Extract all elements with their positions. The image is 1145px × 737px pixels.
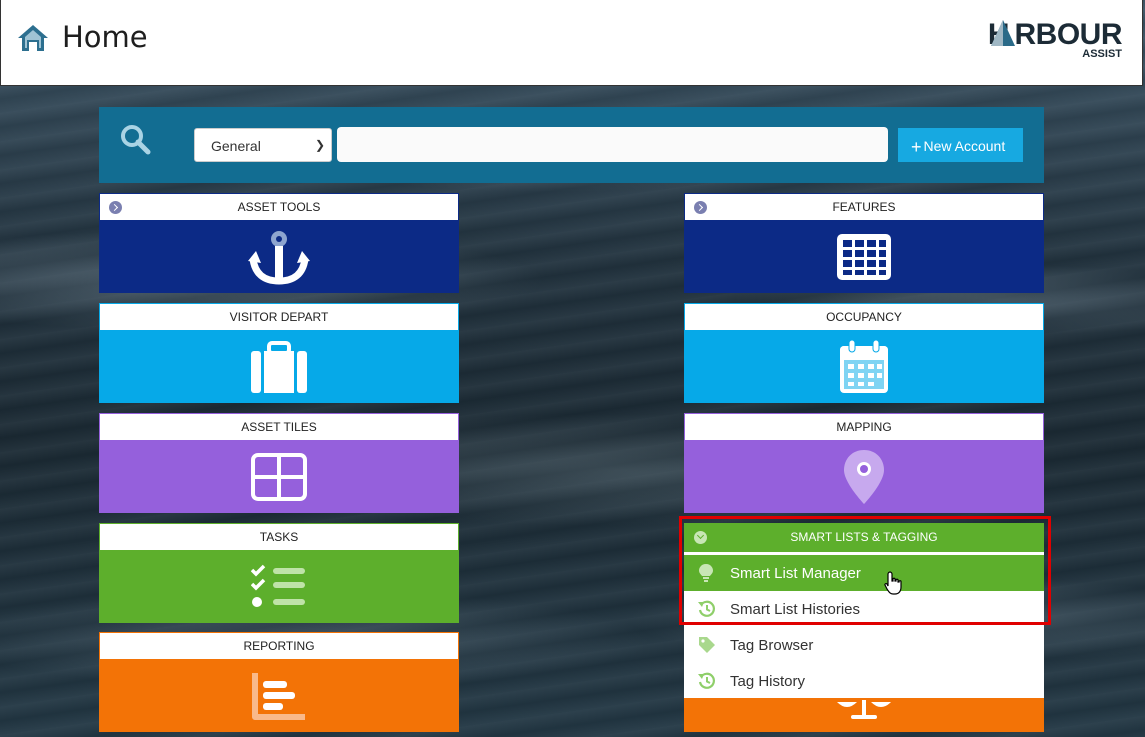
tile-reporting[interactable]: REPORTING (99, 632, 459, 732)
tile-features[interactable]: FEATURES (684, 193, 1044, 293)
plus-icon: + (911, 137, 922, 157)
tile-asset-tiles[interactable]: ASSET TILES (99, 413, 459, 513)
tile-label: OCCUPANCY (826, 310, 902, 324)
new-account-label: New Account (923, 138, 1006, 154)
tile-mapping[interactable]: MAPPING (684, 413, 1044, 513)
tile-label: FEATURES (832, 200, 896, 214)
suitcase-icon (251, 341, 307, 393)
expand-icon[interactable] (109, 201, 122, 214)
tile-label: ASSET TOOLS (237, 200, 321, 214)
tag-icon (699, 637, 715, 653)
search-icon[interactable] (120, 124, 152, 156)
expand-icon[interactable] (694, 201, 707, 214)
search-category-value: General (211, 138, 261, 154)
table-grid-icon (837, 234, 891, 280)
menu-item-label: Tag History (730, 673, 806, 690)
menu-item-tag-browser[interactable]: Tag Browser (684, 627, 1044, 663)
search-input[interactable] (337, 127, 888, 162)
tile-visitor-depart[interactable]: VISITOR DEPART (99, 303, 459, 403)
tile-label: ASSET TILES (241, 420, 317, 434)
history-icon (698, 672, 715, 689)
menu-item-label: Tag Browser (730, 637, 814, 654)
harbour-assist-logo: H RBOUR ASSIST (972, 18, 1123, 62)
tile-asset-tools[interactable]: ASSET TOOLS (99, 193, 459, 293)
calendar-icon (840, 340, 888, 393)
scale-icon (837, 700, 891, 719)
anchor-icon (248, 231, 310, 285)
highlight-box (679, 516, 1051, 625)
tile-label: MAPPING (836, 420, 892, 434)
grid-tiles-icon (251, 453, 307, 501)
bar-chart-icon (252, 673, 305, 720)
checklist-icon (251, 564, 305, 607)
logo-subtitle: ASSIST (1082, 48, 1122, 60)
hand-cursor-icon (884, 571, 902, 595)
home-icon[interactable] (17, 24, 49, 52)
app-header: Home H RBOUR ASSIST (0, 0, 1143, 86)
tile-label: VISITOR DEPART (229, 310, 329, 324)
tile-tasks[interactable]: TASKS (99, 523, 459, 623)
menu-item-tag-history[interactable]: Tag History (684, 663, 1044, 699)
page-title: Home (62, 20, 148, 54)
map-pin-icon (844, 450, 884, 504)
sail-icon (991, 20, 1015, 46)
tile-label: REPORTING (243, 639, 315, 653)
chevron-down-icon: ❯ (314, 138, 325, 152)
new-account-button[interactable]: + New Account (898, 128, 1023, 162)
tile-label: TASKS (259, 530, 299, 544)
tile-occupancy[interactable]: OCCUPANCY (684, 303, 1044, 403)
search-category-select[interactable]: General ❯ (194, 128, 332, 162)
